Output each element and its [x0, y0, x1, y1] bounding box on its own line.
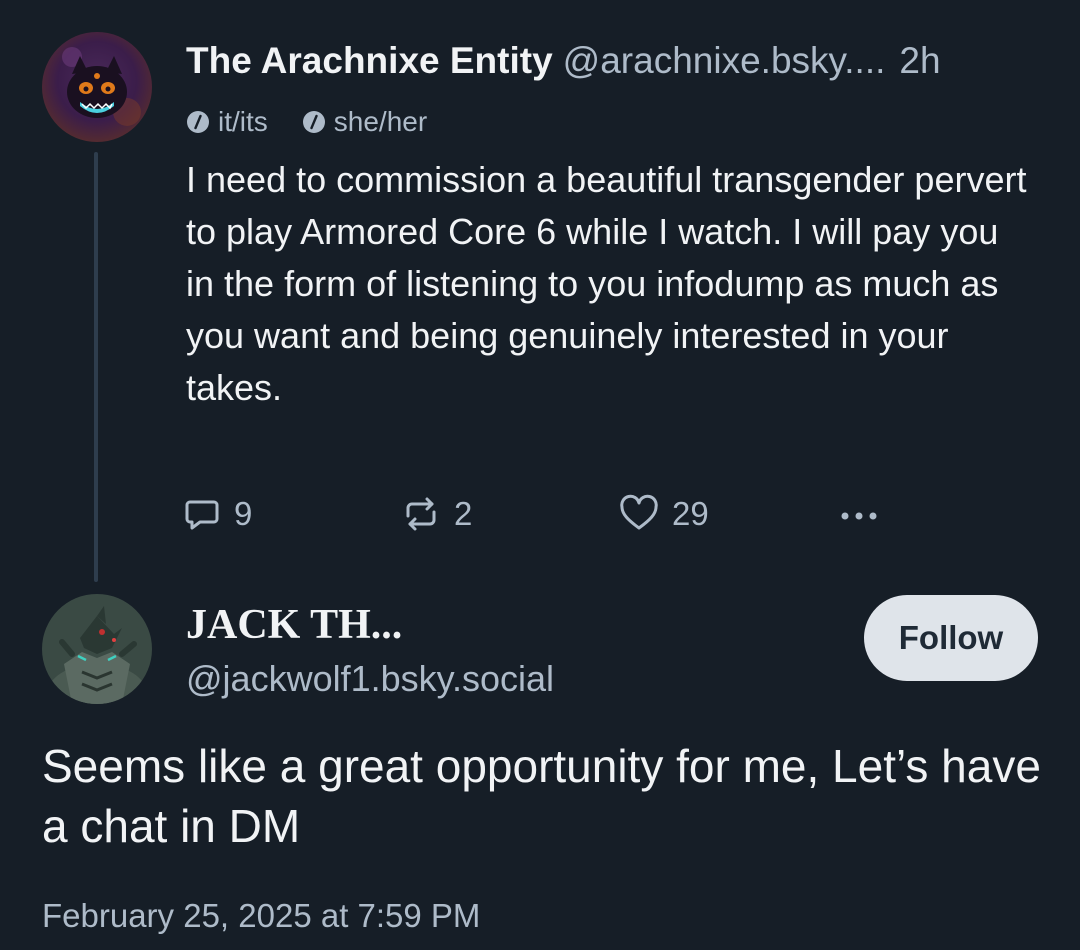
- reply-button[interactable]: 9: [182, 490, 252, 538]
- ellipsis-icon: [841, 512, 877, 520]
- pronoun-badge: it/its: [186, 106, 268, 138]
- slash-circle-icon: [302, 111, 325, 133]
- author-handle[interactable]: @arachnixe.bsky....: [563, 40, 886, 81]
- pronoun-label: she/her: [333, 106, 428, 137]
- reply-count: 9: [234, 495, 253, 532]
- author-display-name[interactable]: The Arachnixe Entity: [186, 40, 553, 81]
- follow-button[interactable]: Follow: [864, 595, 1038, 681]
- thread-connector-line: [94, 152, 98, 582]
- pronoun-badge: she/her: [302, 106, 427, 138]
- more-options-button[interactable]: [836, 490, 894, 538]
- post-time[interactable]: 2h: [899, 40, 940, 81]
- repost-count: 2: [454, 495, 473, 532]
- repost-button[interactable]: 2: [400, 490, 472, 538]
- repost-icon: [406, 497, 436, 531]
- reply-author-handle[interactable]: @jackwolf1.bsky.social: [186, 656, 554, 702]
- pronoun-label: it/its: [218, 106, 268, 137]
- reply-body-text: Seems like a great opportunity for me, L…: [42, 740, 1041, 852]
- post-action-bar: 9 2 29: [182, 490, 902, 538]
- author-avatar[interactable]: [42, 32, 152, 142]
- reply-bubble-icon: [185, 500, 219, 530]
- like-count: 29: [672, 495, 709, 532]
- reply-timestamp: February 25, 2025 at 7:59 PM: [42, 897, 481, 934]
- demon-cat-avatar-icon: [42, 32, 152, 142]
- armored-wolf-avatar-icon: [42, 594, 152, 704]
- pronouns-row: it/its she/her: [186, 104, 461, 140]
- post-header: The Arachnixe Entity @arachnixe.bsky.... 2…: [186, 38, 941, 84]
- reply-author-display-name[interactable]: JACK TH...: [186, 600, 402, 650]
- heart-icon: [620, 494, 658, 530]
- post-body-text: I need to commission a beautiful transge…: [186, 159, 1027, 408]
- reply-author-avatar[interactable]: [42, 594, 152, 704]
- slash-circle-icon: [187, 111, 209, 133]
- like-button[interactable]: 29: [618, 490, 709, 538]
